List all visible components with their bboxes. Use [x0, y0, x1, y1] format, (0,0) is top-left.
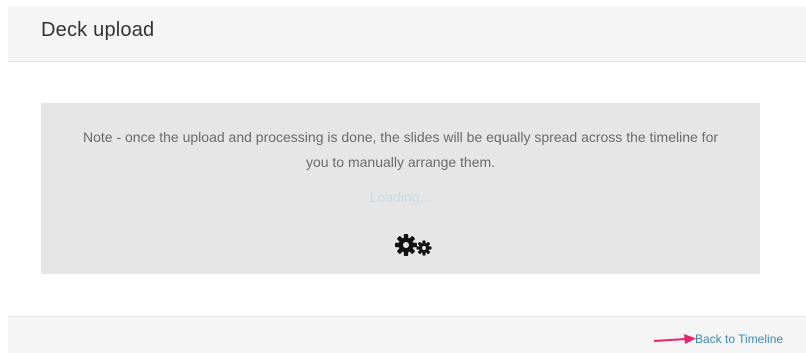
upload-status-panel: Note - once the upload and processing is…: [41, 103, 760, 274]
note-line-2: you to manually arrange them.: [305, 154, 496, 170]
loading-text: Loading...: [369, 189, 432, 205]
page-title: Deck upload: [41, 19, 155, 41]
note-text: Note - once the upload and processing is…: [51, 125, 750, 175]
gears-icon: [395, 234, 432, 256]
page: Deck upload Note - once the upload and p…: [0, 0, 806, 353]
footer-bar: Back to Timeline: [8, 316, 806, 353]
header-bar: Deck upload: [8, 6, 806, 62]
back-to-timeline-link[interactable]: Back to Timeline: [695, 332, 783, 346]
arrow-right-icon: [654, 334, 696, 344]
note-line-1: Note - once the upload and processing is…: [82, 129, 719, 145]
